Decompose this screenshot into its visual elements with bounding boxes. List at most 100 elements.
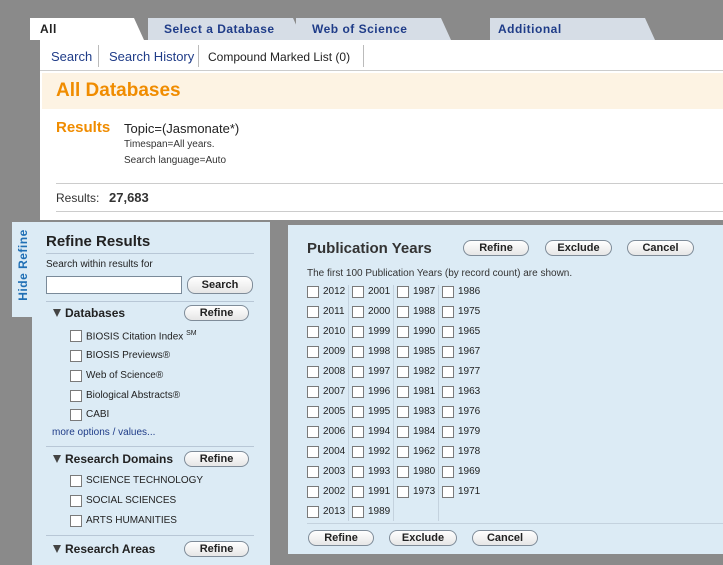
year-label: 1965 bbox=[458, 326, 481, 337]
year-label: 2001 bbox=[368, 286, 391, 297]
checkbox-social-sciences[interactable] bbox=[70, 495, 82, 507]
research-domains-refine-button[interactable]: Refine bbox=[184, 451, 249, 467]
year-checkbox[interactable] bbox=[442, 426, 454, 438]
tab-all-databases[interactable]: All Databases bbox=[30, 18, 144, 58]
checkbox-biological-abstracts[interactable] bbox=[70, 390, 82, 402]
compound-marked-list[interactable]: Compound Marked List (0) bbox=[208, 50, 350, 64]
year-label: 1997 bbox=[368, 366, 391, 377]
year-checkbox[interactable] bbox=[442, 326, 454, 338]
year-checkbox[interactable] bbox=[442, 306, 454, 318]
search-within-label: Search within results for bbox=[46, 259, 153, 270]
year-checkbox[interactable] bbox=[307, 506, 319, 518]
year-checkbox[interactable] bbox=[352, 446, 364, 458]
search-history-link[interactable]: Search History bbox=[109, 49, 194, 64]
tab-web-of-science[interactable]: Web of Science bbox=[296, 18, 451, 40]
year-checkbox[interactable] bbox=[397, 446, 409, 458]
year-checkbox[interactable] bbox=[352, 426, 364, 438]
year-checkbox[interactable] bbox=[397, 306, 409, 318]
year-label: 1981 bbox=[413, 386, 436, 397]
year-checkbox[interactable] bbox=[397, 346, 409, 358]
divider bbox=[56, 211, 723, 212]
tab-additional-resources[interactable]: Additional Resources bbox=[490, 18, 655, 58]
collapse-triangle-icon[interactable] bbox=[53, 309, 61, 317]
year-checkbox[interactable] bbox=[352, 286, 364, 298]
checkbox-arts-humanities[interactable] bbox=[70, 515, 82, 527]
checkbox-cabi[interactable] bbox=[70, 409, 82, 421]
year-label: 2002 bbox=[323, 486, 346, 497]
year-checkbox[interactable] bbox=[307, 446, 319, 458]
year-checkbox[interactable] bbox=[442, 486, 454, 498]
year-checkbox[interactable] bbox=[397, 486, 409, 498]
year-checkbox[interactable] bbox=[442, 386, 454, 398]
hide-refine-tab[interactable]: Hide Refine bbox=[12, 222, 32, 317]
sub-navigation: Search Search History Compound Marked Li… bbox=[40, 40, 723, 71]
checkbox-biosis-citation-index[interactable] bbox=[70, 330, 82, 342]
year-checkbox[interactable] bbox=[307, 286, 319, 298]
search-link[interactable]: Search bbox=[51, 49, 92, 64]
year-checkbox[interactable] bbox=[442, 346, 454, 358]
pub-years-cancel-button-bottom[interactable]: Cancel bbox=[472, 530, 538, 546]
more-options-link[interactable]: more options / values... bbox=[52, 427, 155, 438]
publication-years-panel: Publication Years Refine Exclude Cancel … bbox=[288, 225, 723, 554]
year-checkbox[interactable] bbox=[397, 366, 409, 378]
year-checkbox[interactable] bbox=[397, 426, 409, 438]
divider bbox=[46, 535, 254, 536]
pub-years-refine-button-bottom[interactable]: Refine bbox=[308, 530, 374, 546]
year-checkbox[interactable] bbox=[442, 446, 454, 458]
year-checkbox[interactable] bbox=[397, 386, 409, 398]
year-checkbox[interactable] bbox=[307, 406, 319, 418]
year-checkbox[interactable] bbox=[307, 326, 319, 338]
year-checkbox[interactable] bbox=[352, 386, 364, 398]
search-within-button[interactable]: Search bbox=[187, 276, 253, 294]
year-checkbox[interactable] bbox=[442, 366, 454, 378]
year-checkbox[interactable] bbox=[442, 406, 454, 418]
year-checkbox[interactable] bbox=[352, 406, 364, 418]
research-areas-refine-button[interactable]: Refine bbox=[184, 541, 249, 557]
research-domains-heading: Research Domains bbox=[65, 452, 174, 466]
year-label: 1987 bbox=[413, 286, 436, 297]
year-checkbox[interactable] bbox=[397, 326, 409, 338]
year-label: 2013 bbox=[323, 506, 346, 517]
year-label: 2004 bbox=[323, 446, 346, 457]
year-label: 1991 bbox=[368, 486, 391, 497]
checkbox-web-of-science[interactable] bbox=[70, 370, 82, 382]
tab-select-database[interactable]: Select a Database bbox=[148, 18, 303, 40]
year-checkbox[interactable] bbox=[307, 426, 319, 438]
pub-years-exclude-button[interactable]: Exclude bbox=[545, 240, 612, 256]
year-checkbox[interactable] bbox=[352, 466, 364, 478]
search-within-input[interactable] bbox=[46, 276, 182, 294]
databases-refine-button[interactable]: Refine bbox=[184, 305, 249, 321]
year-label: 1969 bbox=[458, 466, 481, 477]
year-checkbox[interactable] bbox=[352, 306, 364, 318]
year-checkbox[interactable] bbox=[352, 486, 364, 498]
results-label: Results bbox=[56, 119, 111, 136]
year-checkbox[interactable] bbox=[307, 466, 319, 478]
year-checkbox[interactable] bbox=[352, 366, 364, 378]
year-checkbox[interactable] bbox=[307, 366, 319, 378]
year-checkbox[interactable] bbox=[397, 466, 409, 478]
social-sciences-label: SOCIAL SCIENCES bbox=[86, 495, 177, 506]
collapse-triangle-icon[interactable] bbox=[53, 545, 61, 553]
year-checkbox[interactable] bbox=[352, 346, 364, 358]
year-checkbox[interactable] bbox=[397, 286, 409, 298]
pub-years-refine-button[interactable]: Refine bbox=[463, 240, 529, 256]
year-checkbox[interactable] bbox=[352, 506, 364, 518]
year-label: 1962 bbox=[413, 446, 436, 457]
year-checkbox[interactable] bbox=[307, 346, 319, 358]
databases-heading: Databases bbox=[65, 306, 126, 320]
year-checkbox[interactable] bbox=[307, 306, 319, 318]
year-checkbox[interactable] bbox=[442, 286, 454, 298]
pub-years-exclude-button-bottom[interactable]: Exclude bbox=[389, 530, 457, 546]
year-checkbox[interactable] bbox=[352, 326, 364, 338]
year-checkbox[interactable] bbox=[307, 486, 319, 498]
science-technology-label: SCIENCE TECHNOLOGY bbox=[86, 475, 204, 486]
checkbox-biosis-previews[interactable] bbox=[70, 350, 82, 362]
year-label: 1999 bbox=[368, 326, 391, 337]
column-divider bbox=[348, 285, 349, 521]
year-checkbox[interactable] bbox=[397, 406, 409, 418]
year-checkbox[interactable] bbox=[442, 466, 454, 478]
pub-years-cancel-button[interactable]: Cancel bbox=[627, 240, 694, 256]
year-checkbox[interactable] bbox=[307, 386, 319, 398]
collapse-triangle-icon[interactable] bbox=[53, 455, 61, 463]
checkbox-science-technology[interactable] bbox=[70, 475, 82, 487]
